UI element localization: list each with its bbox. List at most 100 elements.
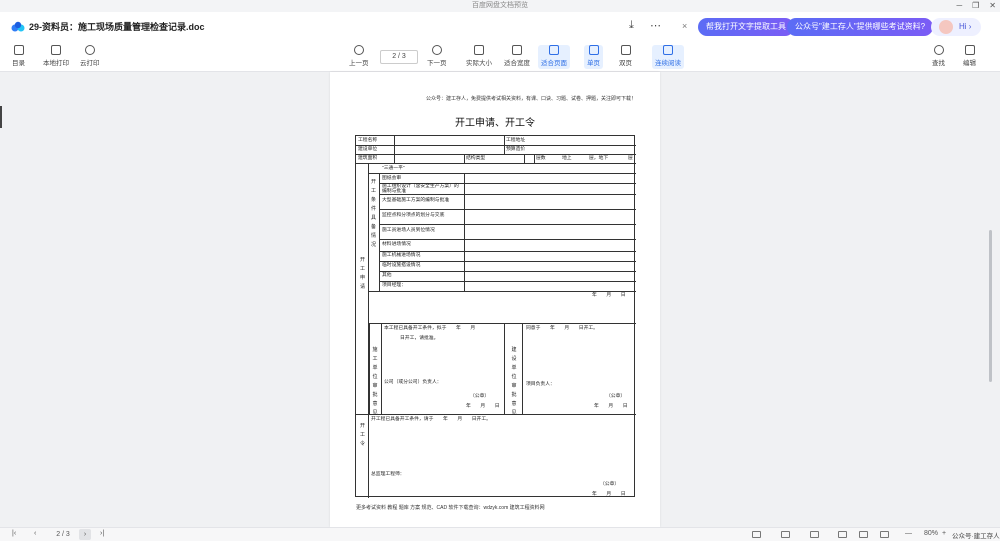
label-above-ground: 地上 <box>562 156 572 161</box>
vertical-scrollbar[interactable] <box>989 230 992 382</box>
item-major-plan: 大型基础施工方案的编制与批准 <box>382 198 450 203</box>
cloud-printer-icon <box>84 45 95 55</box>
edit-label: 编辑 <box>963 60 976 67</box>
label-pm-sign: 项目经理： <box>382 283 406 288</box>
edit-button[interactable]: 编辑 <box>963 45 976 67</box>
minimize-icon[interactable]: ─ <box>956 0 962 12</box>
zoom-out-icon[interactable]: — <box>905 530 912 537</box>
label-floors: 层数 <box>536 156 546 161</box>
label-building-area: 建筑面积 <box>358 156 378 161</box>
page-header-note: 公众号：建工存人，免费提供考试相关资料，有课、口诀、习题、试卷、押题，关注即可下… <box>426 96 637 102</box>
status-bar: |‹ ‹ 2 / 3 › ›| — 80% + 公众号·建工存人 <box>0 527 1000 541</box>
order-seal: （公章） <box>600 482 620 487</box>
view-mode-6-icon[interactable] <box>880 531 889 538</box>
view-mode-4-icon[interactable] <box>838 531 847 538</box>
pm-date: 年 月 日 <box>592 293 626 298</box>
vertical-label-owner-opinion: 建设单位审批意见 <box>511 347 517 416</box>
baidu-netdisk-logo-icon <box>11 21 25 32</box>
actual-size-button[interactable]: 实际大小 <box>466 45 492 67</box>
first-page-icon[interactable]: |‹ <box>12 530 16 537</box>
next-page-button[interactable]: 下一页 <box>427 45 447 67</box>
owner-agree-text: 同意于 年 月 日开工。 <box>526 326 598 331</box>
label-floors-unit-1: 层，地下 <box>589 156 609 161</box>
apply-text-line-1: 本工程已具备开工条件，拟于 年 月 <box>384 326 476 331</box>
view-mode-1-icon[interactable] <box>752 531 761 538</box>
fit-page-button[interactable]: 适合页面 <box>538 45 570 69</box>
doc-title: 29-资料员：施工现场质量管理检查记录.doc <box>29 22 205 32</box>
watermark-text: 公众号·建工存人 <box>952 533 1000 540</box>
document-page: 公众号：建工存人，免费提供考试相关资料，有课、口诀、习题、试卷、押题，关注即可下… <box>330 72 660 527</box>
find-label: 查找 <box>932 60 945 67</box>
printer-icon <box>51 45 61 55</box>
label-construction-unit: 建设单位 <box>358 147 378 152</box>
page-number-input[interactable]: 2 / 3 <box>380 50 418 64</box>
fit-width-button[interactable]: 适合宽度 <box>504 45 530 67</box>
double-page-label: 双页 <box>619 60 632 67</box>
next-page-label: 下一页 <box>427 60 447 67</box>
window-title-bar: 百度网盘文档预览 ─ ❐ ✕ <box>0 0 1000 12</box>
fit-page-label: 适合页面 <box>541 60 567 67</box>
outline-label: 目录 <box>12 60 25 67</box>
label-company-sign: 公司（或分公司）负责人： <box>384 380 442 385</box>
zoom-level[interactable]: 80% <box>924 530 938 537</box>
doc-header: 29-资料员：施工现场质量管理检查记录.doc ⤓ ⋯ × 帮我打开文字提取工具… <box>0 12 1000 42</box>
vertical-label-conditions: 开工条件具备情况 <box>370 179 376 248</box>
view-mode-3-icon[interactable] <box>810 531 819 538</box>
double-page-icon <box>620 45 631 55</box>
outline-button[interactable]: 目录 <box>12 45 25 67</box>
local-print-button[interactable]: 本地打印 <box>43 45 69 67</box>
item-other: 其他 <box>382 273 392 278</box>
close-promo-icon[interactable]: × <box>682 21 687 31</box>
find-button[interactable]: 查找 <box>932 45 945 67</box>
fit-width-icon <box>512 45 522 55</box>
application-form-table: 工程名称 工程地址 建设单位 预算造价 建筑面积 结构类型 层数 地上 层，地下… <box>355 135 636 498</box>
single-page-icon <box>588 45 599 55</box>
next-page-small-icon[interactable]: › <box>79 529 91 540</box>
window-controls: ─ ❐ ✕ <box>956 0 996 12</box>
cloud-print-label: 云打印 <box>80 60 100 67</box>
share-icon[interactable]: ⋯ <box>650 19 661 32</box>
order-date: 年 月 日 <box>592 492 626 497</box>
label-project-lead: 项目负责人： <box>526 382 555 387</box>
vertical-label-construction-opinion: 施工单位审批意见 <box>372 347 378 416</box>
item-org-design: 施工组织设计（含安全生产方案）的编制与批准 <box>382 184 459 194</box>
ai-avatar-icon <box>939 20 953 34</box>
viewer-toolbar: 目录 本地打印 云打印 上一页 下一页 实际大小 适合宽度 适合页面 单页 双页… <box>0 42 1000 91</box>
view-mode-5-icon[interactable] <box>859 531 868 538</box>
ask-question-pill[interactable]: 公众号"建工存人"提供哪些考试资料? <box>787 18 934 36</box>
label-structure-type: 结构类型 <box>466 156 486 161</box>
download-icon[interactable]: ⤓ <box>629 19 634 32</box>
next-page-icon <box>431 45 442 55</box>
apply-text-line-2: 日开工，请批准。 <box>400 336 439 341</box>
ai-assistant-button[interactable]: Hi › <box>931 18 981 36</box>
item-three-one: "三通一平" <box>382 166 405 171</box>
last-page-icon[interactable]: ›| <box>100 530 104 537</box>
view-mode-2-icon[interactable] <box>781 531 790 538</box>
item-quality-plan: 监控点和分项点的划分与交底 <box>382 213 445 218</box>
cloud-print-button[interactable]: 云打印 <box>80 45 100 67</box>
continuous-read-button[interactable]: 连续阅读 <box>652 45 684 69</box>
outline-icon <box>13 45 24 55</box>
status-page-indicator[interactable]: 2 / 3 <box>48 530 78 540</box>
pencil-icon <box>964 45 975 55</box>
double-page-button[interactable]: 双页 <box>619 45 632 67</box>
local-print-label: 本地打印 <box>43 60 69 67</box>
extract-text-pill[interactable]: 帮我打开文字提取工具 <box>698 18 794 36</box>
prev-page-icon <box>353 45 364 55</box>
prev-page-button[interactable]: 上一页 <box>349 45 369 67</box>
search-icon <box>933 45 944 55</box>
prev-page-small-icon[interactable]: ‹ <box>34 530 36 537</box>
order-text: 开工程已具备开工条件，请于 年 月 日开工。 <box>371 417 491 422</box>
fit-page-icon <box>549 45 559 55</box>
zoom-in-icon[interactable]: + <box>942 530 946 537</box>
label-project-location: 工程地址 <box>506 138 526 143</box>
document-heading: 开工申请、开工令 <box>455 118 535 129</box>
close-icon[interactable]: ✕ <box>989 0 996 12</box>
item-equipment: 施工机械进场情况 <box>382 253 421 258</box>
single-page-button[interactable]: 单页 <box>584 45 603 69</box>
label-project-name: 工程名称 <box>358 138 378 143</box>
restore-icon[interactable]: ❐ <box>972 0 979 12</box>
item-temp-facilities: 临时设施搭设情况 <box>382 263 421 268</box>
label-floors-unit-2: 层 <box>628 156 633 161</box>
owner-seal: （公章） <box>606 394 626 399</box>
